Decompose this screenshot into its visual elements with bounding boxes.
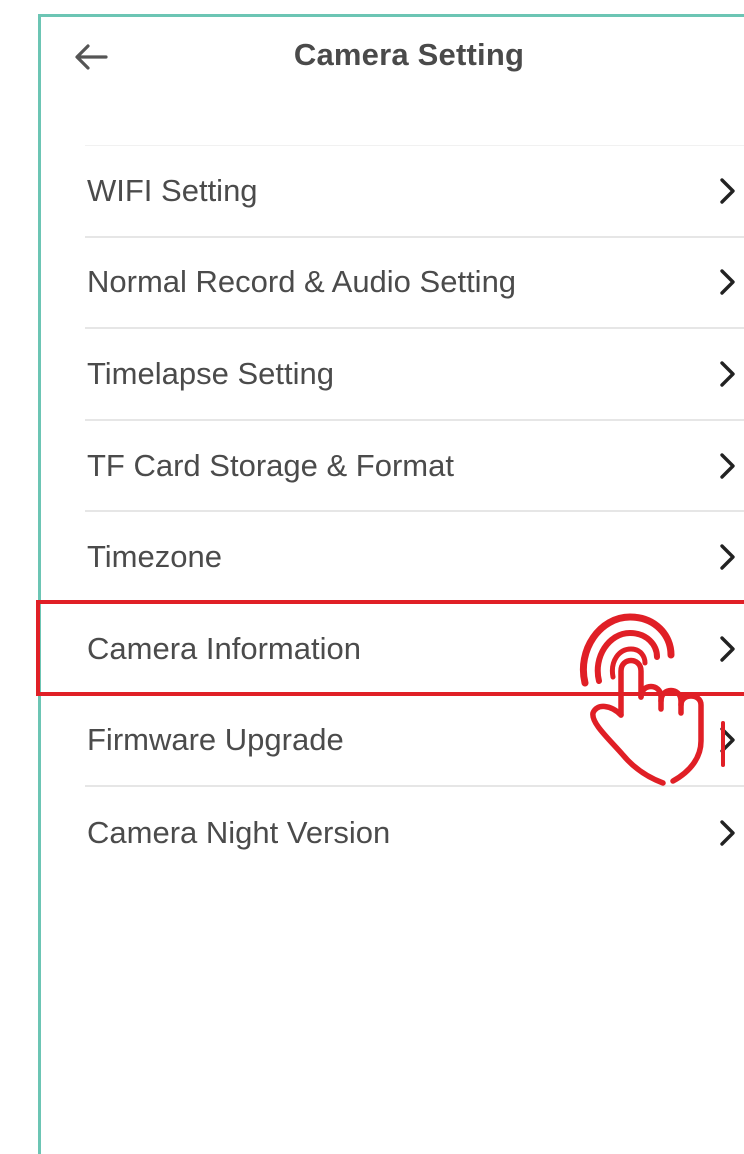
menu-item-tf-card-storage-format[interactable]: TF Card Storage & Format	[85, 421, 744, 513]
menu-item-label: Camera Night Version	[87, 814, 391, 850]
menu-item-label: Firmware Upgrade	[87, 722, 344, 758]
menu-item-wifi-setting[interactable]: WIFI Setting	[85, 146, 744, 238]
menu-item-firmware-upgrade[interactable]: Firmware Upgrade	[85, 696, 744, 788]
chevron-right-icon	[720, 636, 735, 662]
menu-item-label: WIFI Setting	[87, 172, 258, 208]
settings-list: WIFI Setting Normal Record & Audio Setti…	[85, 145, 744, 879]
menu-item-camera-night-version[interactable]: Camera Night Version	[85, 787, 744, 879]
menu-item-label: Timezone	[87, 539, 222, 575]
page-title: Camera Setting	[293, 37, 525, 72]
app-screen: Camera Setting WIFI Setting Normal Recor…	[38, 14, 744, 1154]
menu-item-timelapse-setting[interactable]: Timelapse Setting	[85, 329, 744, 421]
menu-item-label: Camera Information	[87, 630, 361, 666]
app-header: Camera Setting	[41, 17, 744, 97]
chevron-right-icon	[720, 452, 735, 479]
menu-item-label: TF Card Storage & Format	[87, 447, 454, 483]
menu-item-label: Timelapse Setting	[87, 355, 334, 391]
chevron-right-icon	[720, 727, 735, 754]
menu-item-camera-information[interactable]: Camera Information	[85, 604, 744, 696]
chevron-right-icon	[720, 544, 735, 570]
chevron-right-icon	[720, 178, 735, 204]
menu-item-label: Normal Record & Audio Setting	[87, 264, 517, 300]
chevron-right-icon	[720, 361, 735, 387]
menu-item-normal-record-audio-setting[interactable]: Normal Record & Audio Setting	[85, 238, 744, 330]
menu-item-timezone[interactable]: Timezone	[85, 512, 744, 604]
chevron-right-icon	[720, 269, 735, 296]
chevron-right-icon	[720, 820, 735, 846]
